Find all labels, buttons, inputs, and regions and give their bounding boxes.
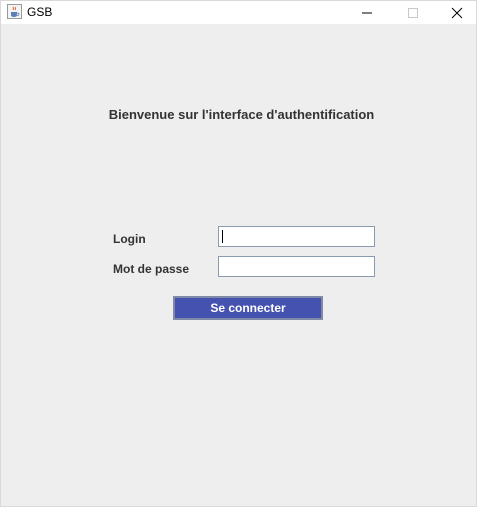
login-field[interactable] xyxy=(218,226,375,247)
window-title: GSB xyxy=(27,5,53,19)
maximize-icon xyxy=(408,8,418,18)
connect-button[interactable]: Se connecter xyxy=(173,296,323,320)
close-button[interactable] xyxy=(436,1,476,24)
minimize-button[interactable] xyxy=(344,1,390,24)
text-caret xyxy=(222,230,223,243)
title-bar[interactable]: GSB xyxy=(1,1,476,24)
maximize-button[interactable] xyxy=(390,1,436,24)
minimize-icon xyxy=(362,12,372,14)
login-panel: Bienvenue sur l'interface d'authentifica… xyxy=(1,24,476,506)
password-label: Mot de passe xyxy=(113,262,190,276)
java-cup-icon xyxy=(7,4,22,19)
welcome-heading: Bienvenue sur l'interface d'authentifica… xyxy=(108,107,375,122)
app-window: GSB Bienvenue sur l'interface d'authenti… xyxy=(0,0,477,507)
login-label: Login xyxy=(113,232,146,246)
password-field[interactable] xyxy=(218,256,375,277)
close-icon xyxy=(451,7,463,19)
